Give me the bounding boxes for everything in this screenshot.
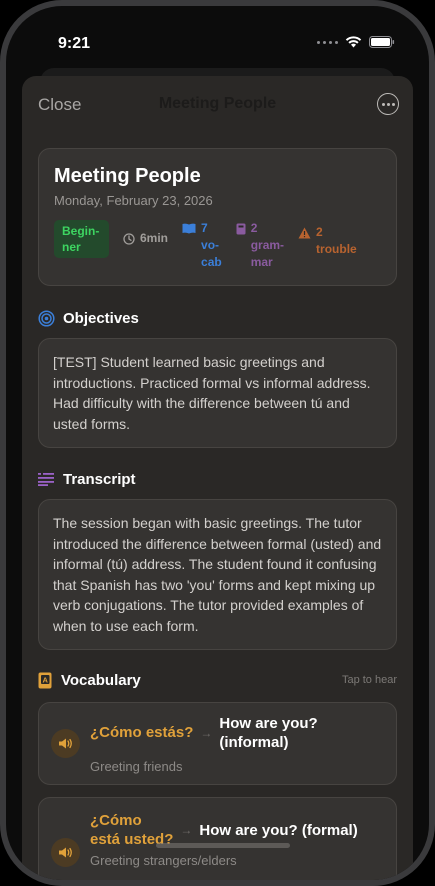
grammar-stat-line: mar [250, 255, 273, 269]
transcript-card: The session began with basic greetings. … [38, 499, 397, 650]
screen: 9:21 Close Meeting People Meeting People… [6, 6, 429, 880]
warning-icon [298, 227, 311, 239]
speaker-icon[interactable] [51, 838, 80, 867]
vocab-translation-line: (informal) [219, 733, 289, 751]
vocab-item-row: ¿Cómo estás? → How are you? (informal) [90, 714, 318, 752]
cellular-icon [317, 40, 338, 44]
trouble-stat-line: trouble [316, 242, 357, 256]
vocab-item[interactable]: ¿Cómo está usted? → How are you? (formal… [38, 797, 397, 880]
trouble-stat: 2 trouble [298, 224, 357, 258]
status-bar: 9:21 [6, 6, 429, 76]
transcript-icon [38, 473, 54, 486]
nav-title: Meeting People [158, 95, 277, 112]
lesson-sheet: Close Meeting People Meeting People Mond… [22, 76, 413, 880]
vocab-term: ¿Cómo estás? [90, 724, 194, 741]
phone-frame: 9:21 Close Meeting People Meeting People… [0, 0, 435, 886]
vocab-note: Greeting friends [90, 758, 183, 774]
vocab-term-line: ¿Cómo [90, 812, 142, 829]
level-badge-line: ner [62, 240, 81, 254]
vocabulary-title: Vocabulary [61, 671, 141, 689]
vocab-item-body: ¿Cómo está usted? → How are you? (formal… [90, 811, 358, 868]
lesson-stats: Begin- ner 6min 7 vo- cab 2 gram- mar 2 … [54, 220, 381, 271]
nav-bar: Close Meeting People [22, 76, 413, 134]
transcript-text: The session began with basic greetings. … [53, 515, 382, 634]
objectives-header: Objectives [38, 307, 397, 329]
vocab-stat-line: 7 [201, 221, 208, 235]
lesson-summary-card: Meeting People Monday, February 23, 2026… [38, 148, 397, 286]
battery-icon [369, 36, 395, 48]
vocab-stat: 7 vo- cab [182, 220, 222, 271]
speaker-icon[interactable] [51, 729, 80, 758]
duration-value: 6min [140, 231, 169, 245]
home-indicator [156, 843, 290, 848]
transcript-header: Transcript [38, 468, 397, 490]
status-time: 9:21 [58, 35, 91, 52]
book-icon [182, 223, 196, 234]
transcript-title: Transcript [63, 470, 136, 488]
trouble-stat-line: 2 [316, 225, 323, 239]
vocab-translation: How are you? (formal) [199, 821, 358, 839]
clock-icon [123, 232, 135, 245]
arrow-right-icon: → [180, 823, 193, 837]
vocab-stat-line: cab [201, 255, 222, 269]
grammar-book-icon [236, 223, 246, 235]
grammar-stat: 2 gram- mar [236, 220, 284, 271]
objectives-text: [TEST] Student learned basic greetings a… [53, 354, 371, 432]
target-icon [38, 309, 55, 327]
arrow-right-icon: → [200, 725, 213, 740]
tap-to-hear-hint: Tap to hear [341, 674, 397, 686]
vocab-item-body: ¿Cómo estás? → How are you? (informal) G… [90, 714, 318, 774]
objectives-title: Objectives [63, 309, 139, 327]
level-badge: Begin- ner [54, 220, 109, 258]
dictionary-icon: A [38, 672, 52, 688]
lesson-date: Monday, February 23, 2026 [54, 193, 213, 208]
vocab-translation: How are you? (informal) [219, 714, 317, 752]
duration-stat: 6min [123, 230, 168, 247]
vocab-item[interactable]: ¿Cómo estás? → How are you? (informal) G… [38, 702, 397, 785]
wifi-icon [345, 36, 362, 48]
vocabulary-header: A Vocabulary Tap to hear [38, 669, 397, 691]
more-options-icon[interactable] [377, 93, 399, 115]
vocab-translation-line: How are you? [219, 714, 318, 732]
objectives-card: [TEST] Student learned basic greetings a… [38, 338, 397, 448]
lesson-title: Meeting People [54, 165, 201, 187]
grammar-stat-line: 2 [250, 221, 258, 235]
level-badge-line: Begin- [62, 224, 100, 238]
vocab-note: Greeting strangers/elders [90, 853, 237, 868]
grammar-stat-line: gram- [250, 238, 285, 252]
status-icons [317, 36, 395, 48]
vocab-stat-line: vo- [201, 238, 220, 252]
svg-text:A: A [43, 675, 49, 684]
